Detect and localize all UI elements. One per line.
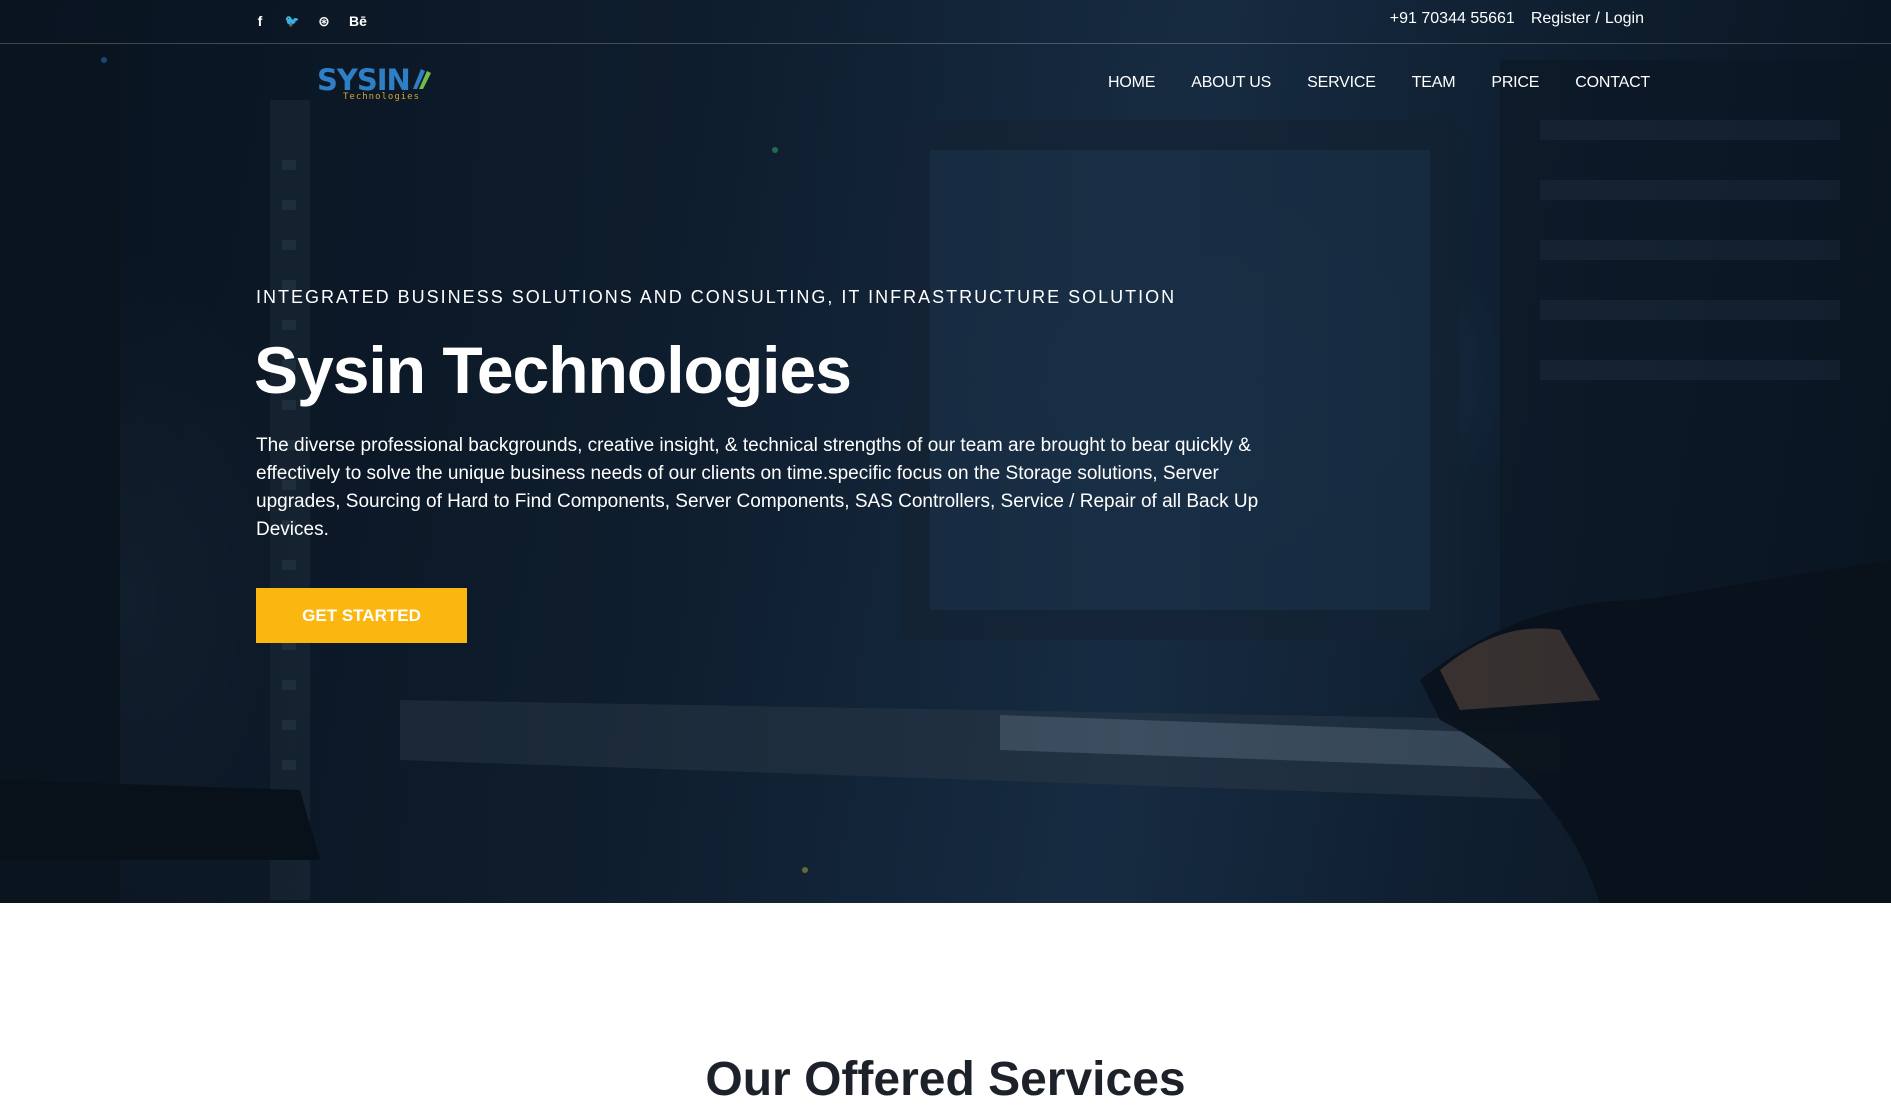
nav-home[interactable]: HOME xyxy=(1108,74,1155,92)
topbar-contact: +91 70344 55661 Register / Login xyxy=(1390,10,1644,28)
dribbble-icon[interactable]: ⊛ xyxy=(314,10,334,32)
hero-kicker: INTEGRATED BUSINESS SOLUTIONS AND CONSUL… xyxy=(256,287,1177,307)
site-logo[interactable]: SYSIN Technologies xyxy=(317,63,433,107)
auth-links: Register / Login xyxy=(1531,10,1644,28)
hero-title: Sysin Technologies xyxy=(254,333,852,407)
logo-tagline: Technologies xyxy=(343,92,421,102)
top-bar: f 🐦 ⊛ Bē +91 70344 55661 Register / Logi… xyxy=(0,0,1891,44)
facebook-icon[interactable]: f xyxy=(250,10,270,32)
main-nav: HOME ABOUT US SERVICE TEAM PRICE CONTACT xyxy=(1108,74,1650,92)
get-started-button[interactable]: GET STARTED xyxy=(256,588,467,643)
nav-about-us[interactable]: ABOUT US xyxy=(1191,74,1271,92)
twitter-icon[interactable]: 🐦 xyxy=(282,10,302,32)
login-link[interactable]: Login xyxy=(1605,10,1644,28)
nav-service[interactable]: SERVICE xyxy=(1307,74,1376,92)
phone-link[interactable]: +91 70344 55661 xyxy=(1390,10,1515,28)
nav-price[interactable]: PRICE xyxy=(1491,74,1539,92)
nav-team[interactable]: TEAM xyxy=(1412,74,1456,92)
social-links: f 🐦 ⊛ Bē xyxy=(250,10,370,32)
hero-section: f 🐦 ⊛ Bē +91 70344 55661 Register / Logi… xyxy=(0,0,1891,903)
hero-description: The diverse professional backgrounds, cr… xyxy=(256,435,1259,540)
behance-icon[interactable]: Bē xyxy=(346,10,370,32)
nav-contact[interactable]: CONTACT xyxy=(1575,74,1650,92)
auth-separator: / xyxy=(1595,10,1600,27)
register-link[interactable]: Register xyxy=(1531,10,1591,28)
logo-mark-icon xyxy=(413,69,431,89)
services-section-title: Our Offered Services xyxy=(705,1053,1186,1106)
